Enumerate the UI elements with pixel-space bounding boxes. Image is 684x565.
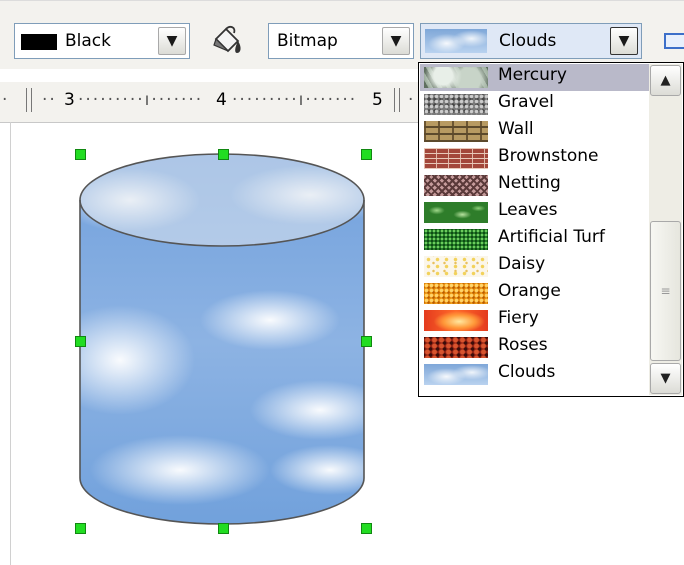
list-item-brownstone[interactable]: Brownstone [420, 145, 650, 172]
list-item-label: Orange [498, 281, 561, 301]
list-item-label: Netting [498, 173, 561, 193]
clouds-texture-icon [424, 364, 488, 385]
ruler-margin-marker [26, 88, 32, 112]
list-item-artificial-turf[interactable]: Artificial Turf [420, 226, 650, 253]
list-item-leaves[interactable]: Leaves [420, 199, 650, 226]
bitmap-select-label: Clouds [499, 31, 557, 51]
list-item-daisy[interactable]: Daisy [420, 253, 650, 280]
list-item-label: Artificial Turf [498, 227, 605, 247]
list-item-roses[interactable]: Roses [420, 334, 650, 361]
paint-bucket-icon[interactable] [208, 25, 244, 59]
ruler-number: 3 [64, 90, 75, 110]
list-item-label: Daisy [498, 254, 546, 274]
scroll-down-arrow-icon[interactable]: ▼ [650, 363, 681, 394]
scroll-up-arrow-icon[interactable]: ▲ [650, 65, 681, 96]
line-color-select[interactable]: Black ▼ [14, 23, 190, 59]
list-item-clouds[interactable]: Clouds [420, 361, 650, 388]
selection-handle[interactable] [75, 149, 86, 160]
list-item-label: Roses [498, 335, 548, 355]
wall-texture-icon [424, 121, 488, 142]
list-item-label: Gravel [498, 92, 554, 112]
chevron-down-icon[interactable]: ▼ [382, 27, 410, 55]
bitmap-select[interactable]: Clouds ▼ [420, 23, 642, 59]
bitmap-dropdown-list[interactable]: Mercury Gravel Wall Brownstone Netting L… [418, 62, 684, 397]
brownstone-texture-icon [424, 148, 488, 169]
selection-handle[interactable] [75, 523, 86, 534]
mercury-texture-icon [424, 67, 488, 88]
list-item-gravel[interactable]: Gravel [420, 91, 650, 118]
line-color-label: Black [65, 31, 111, 51]
selection-handle[interactable] [75, 336, 86, 347]
daisy-texture-icon [424, 256, 488, 277]
list-item-netting[interactable]: Netting [420, 172, 650, 199]
vertical-scrollbar[interactable]: ▲ ≡ ▼ [649, 64, 682, 395]
list-item-mercury[interactable]: Mercury [420, 64, 650, 91]
list-item-label: Leaves [498, 200, 558, 220]
chevron-down-icon[interactable]: ▼ [158, 27, 186, 55]
list-item-label: Mercury [498, 65, 567, 85]
list-item-orange[interactable]: Orange [420, 280, 650, 307]
ruler-number: 5 [372, 90, 383, 110]
area-style-select[interactable]: Bitmap ▼ [268, 23, 414, 59]
netting-texture-icon [424, 175, 488, 196]
orange-texture-icon [424, 283, 488, 304]
selection-handle[interactable] [361, 149, 372, 160]
bitmap-preview-swatch [425, 29, 487, 53]
selection-handle[interactable] [218, 523, 229, 534]
selection-handle[interactable] [361, 336, 372, 347]
page-margin-line [10, 122, 11, 565]
roses-texture-icon [424, 337, 488, 358]
list-item-label: Wall [498, 119, 534, 139]
line-color-swatch [21, 34, 57, 50]
chevron-down-icon[interactable]: ▼ [610, 27, 638, 55]
artificial-turf-texture-icon [424, 229, 488, 250]
toolbar-button-icon[interactable] [664, 33, 684, 49]
gravel-texture-icon [424, 94, 488, 115]
list-item-fiery[interactable]: Fiery [420, 307, 650, 334]
horizontal-ruler: · ·· 3 ·········ı······· 4 ·········ı···… [0, 82, 420, 123]
ruler-margin-marker [394, 88, 400, 112]
cylinder-shape[interactable] [60, 140, 390, 545]
area-style-label: Bitmap [277, 31, 338, 51]
list-item-label: Clouds [498, 362, 556, 382]
drawing-toolbar: Black ▼ Bitmap ▼ Clouds ▼ [0, 0, 684, 69]
leaves-texture-icon [424, 202, 488, 223]
fiery-texture-icon [424, 310, 488, 331]
ruler-number: 4 [216, 90, 227, 110]
selection-handle[interactable] [361, 523, 372, 534]
list-item-wall[interactable]: Wall [420, 118, 650, 145]
list-item-label: Fiery [498, 308, 539, 328]
scrollbar-thumb[interactable]: ≡ [650, 221, 681, 361]
selection-handle[interactable] [218, 149, 229, 160]
list-item-label: Brownstone [498, 146, 599, 166]
